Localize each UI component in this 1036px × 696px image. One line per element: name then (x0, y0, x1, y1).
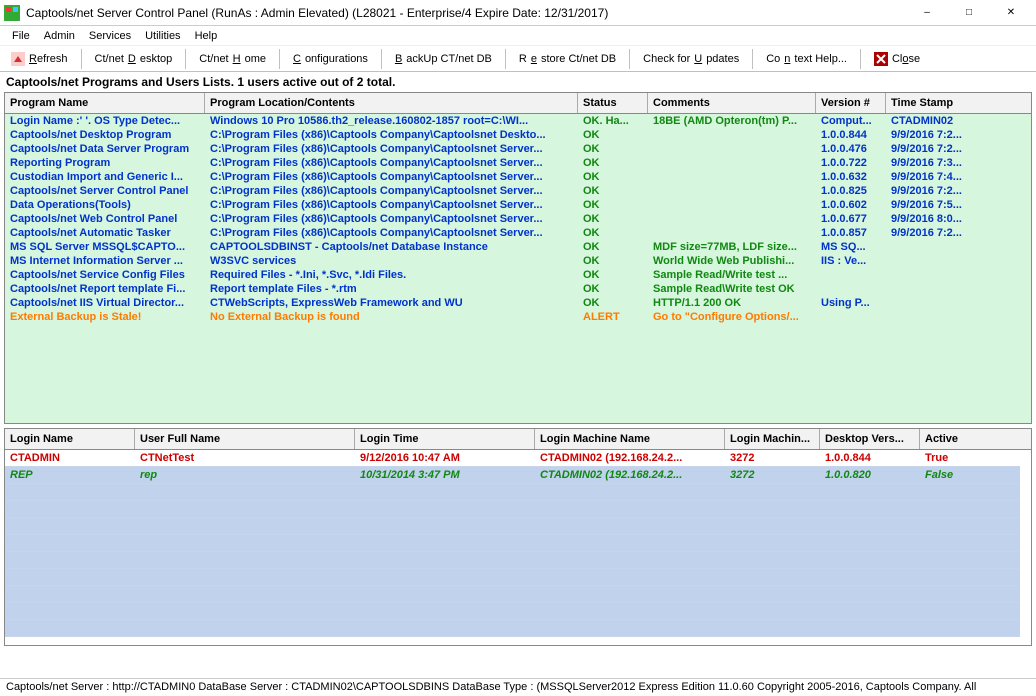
configurations-button[interactable]: Configurations (286, 50, 375, 68)
program-row[interactable]: Custodian Import and Generic I...C:\Prog… (5, 170, 1031, 184)
status-bar: Captools/net Server : http://CTADMIN0 Da… (0, 678, 1036, 696)
program-row[interactable]: Captools/net Web Control PanelC:\Program… (5, 212, 1031, 226)
user-row[interactable]: REPrep10/31/2014 3:47 PMCTADMIN02 (192.1… (5, 467, 1031, 484)
app-icon (4, 5, 20, 21)
menu-help[interactable]: Help (189, 29, 224, 43)
window-title: Captools/net Server Control Panel (RunAs… (26, 6, 906, 20)
program-row[interactable]: Captools/net Desktop ProgramC:\Program F… (5, 128, 1031, 142)
programs-header: Program Name Program Location/Contents S… (5, 93, 1031, 114)
program-row[interactable]: Login Name :' '. OS Type Detec...Windows… (5, 114, 1031, 128)
user-row-empty (5, 603, 1031, 620)
program-row[interactable]: Captools/net Report template Fi...Report… (5, 282, 1031, 296)
col-timestamp[interactable]: Time Stamp (886, 93, 1006, 113)
maximize-button[interactable]: □ (948, 0, 990, 26)
col-location[interactable]: Program Location/Contents (205, 93, 578, 113)
backup-button[interactable]: BackUp CT/net DB (388, 50, 499, 68)
program-row[interactable]: Captools/net Server Control PanelC:\Prog… (5, 184, 1031, 198)
user-row-empty (5, 620, 1031, 637)
user-row-empty (5, 552, 1031, 569)
menu-file[interactable]: File (6, 29, 36, 43)
refresh-icon (11, 52, 25, 66)
users-header: Login Name User Full Name Login Time Log… (5, 429, 1031, 450)
col-desktop-ver[interactable]: Desktop Vers... (820, 429, 920, 449)
menu-utilities[interactable]: Utilities (139, 29, 186, 43)
program-row[interactable]: MS Internet Information Server ...W3SVC … (5, 254, 1031, 268)
col-login-name[interactable]: Login Name (5, 429, 135, 449)
col-comments[interactable]: Comments (648, 93, 816, 113)
program-row[interactable]: Captools/net IIS Virtual Director...CTWe… (5, 296, 1031, 310)
toolbar: RRefreshefresh Ct/net Desktop Ct/net Hom… (0, 46, 1036, 72)
close-button[interactable]: Close (867, 49, 927, 69)
program-row[interactable]: Captools/net Service Config FilesRequire… (5, 268, 1031, 282)
user-row-empty (5, 586, 1031, 603)
program-row[interactable]: MS SQL Server MSSQL$CAPTO...CAPTOOLSDBIN… (5, 240, 1031, 254)
program-row[interactable]: Captools/net Automatic TaskerC:\Program … (5, 226, 1031, 240)
home-button[interactable]: Ct/net Home (192, 50, 273, 68)
updates-button[interactable]: Check for Updates (636, 50, 746, 68)
program-row[interactable]: Reporting ProgramC:\Program Files (x86)\… (5, 156, 1031, 170)
page-subtitle: Captools/net Programs and Users Lists. 1… (0, 72, 1036, 92)
user-row-empty (5, 501, 1031, 518)
users-body[interactable]: CTADMINCTNetTest9/12/2016 10:47 AMCTADMI… (5, 450, 1031, 645)
menu-services[interactable]: Services (83, 29, 137, 43)
user-row-empty (5, 569, 1031, 586)
refresh-button[interactable]: RRefreshefresh (4, 49, 75, 69)
user-row-empty (5, 484, 1031, 501)
program-row[interactable]: Data Operations(Tools)C:\Program Files (… (5, 198, 1031, 212)
minimize-button[interactable]: – (906, 0, 948, 26)
col-program-name[interactable]: Program Name (5, 93, 205, 113)
desktop-button[interactable]: Ct/net Desktop (88, 50, 180, 68)
close-window-button[interactable]: ✕ (990, 0, 1032, 26)
window-controls: – □ ✕ (906, 0, 1032, 26)
user-row-empty (5, 535, 1031, 552)
col-machine-port[interactable]: Login Machin... (725, 429, 820, 449)
programs-panel: Program Name Program Location/Contents S… (4, 92, 1032, 424)
user-row-empty (5, 518, 1031, 535)
col-full-name[interactable]: User Full Name (135, 429, 355, 449)
col-login-time[interactable]: Login Time (355, 429, 535, 449)
program-row[interactable]: Captools/net Data Server ProgramC:\Progr… (5, 142, 1031, 156)
context-help-button[interactable]: Context Help... (759, 50, 854, 68)
titlebar: Captools/net Server Control Panel (RunAs… (0, 0, 1036, 26)
toolbar-separator (81, 49, 82, 69)
col-active[interactable]: Active (920, 429, 1020, 449)
user-row[interactable]: CTADMINCTNetTest9/12/2016 10:47 AMCTADMI… (5, 450, 1031, 467)
col-machine[interactable]: Login Machine Name (535, 429, 725, 449)
close-icon (874, 52, 888, 66)
users-panel: Login Name User Full Name Login Time Log… (4, 428, 1032, 646)
menubar: File Admin Services Utilities Help (0, 26, 1036, 46)
program-row[interactable]: External Backup is Stale!No External Bac… (5, 310, 1031, 324)
programs-body[interactable]: Login Name :' '. OS Type Detec...Windows… (5, 114, 1031, 423)
col-version[interactable]: Version # (816, 93, 886, 113)
col-status[interactable]: Status (578, 93, 648, 113)
restore-button[interactable]: Restore Ct/net DB (512, 50, 623, 68)
menu-admin[interactable]: Admin (38, 29, 81, 43)
